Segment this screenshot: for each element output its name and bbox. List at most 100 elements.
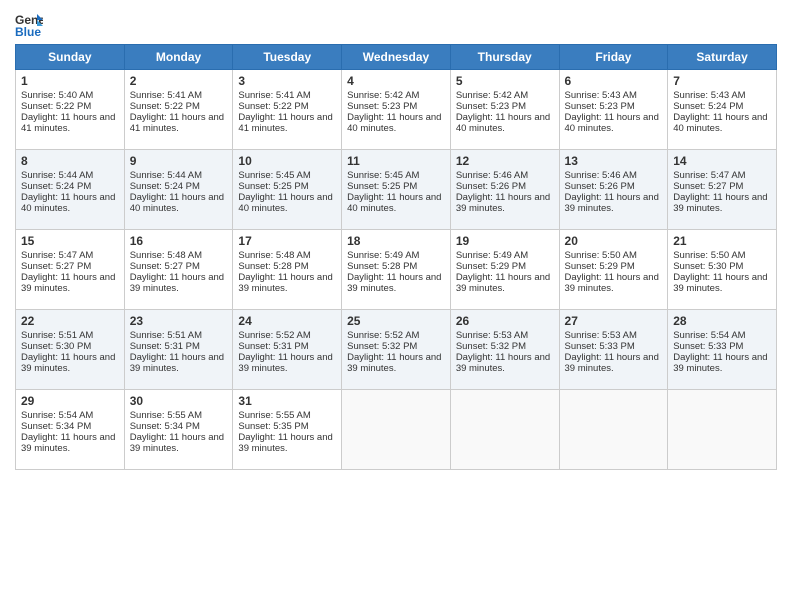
calendar-week-1: 1Sunrise: 5:40 AMSunset: 5:22 PMDaylight… (16, 70, 777, 150)
sunset-text: Sunset: 5:24 PM (130, 181, 228, 192)
day-number: 2 (130, 74, 228, 88)
daylight-text: Daylight: 11 hours and 40 minutes. (347, 192, 445, 214)
calendar-cell: 31Sunrise: 5:55 AMSunset: 5:35 PMDayligh… (233, 390, 342, 470)
sunset-text: Sunset: 5:30 PM (673, 261, 771, 272)
weekday-header-thursday: Thursday (450, 45, 559, 70)
sunset-text: Sunset: 5:26 PM (456, 181, 554, 192)
day-number: 22 (21, 314, 119, 328)
day-number: 30 (130, 394, 228, 408)
day-number: 9 (130, 154, 228, 168)
day-number: 16 (130, 234, 228, 248)
sunrise-text: Sunrise: 5:42 AM (347, 90, 445, 101)
daylight-text: Daylight: 11 hours and 39 minutes. (456, 272, 554, 294)
day-number: 3 (238, 74, 336, 88)
calendar-cell: 24Sunrise: 5:52 AMSunset: 5:31 PMDayligh… (233, 310, 342, 390)
sunrise-text: Sunrise: 5:41 AM (130, 90, 228, 101)
sunrise-text: Sunrise: 5:41 AM (238, 90, 336, 101)
logo: General Blue (15, 10, 43, 38)
day-number: 15 (21, 234, 119, 248)
day-number: 27 (565, 314, 663, 328)
calendar-cell: 7Sunrise: 5:43 AMSunset: 5:24 PMDaylight… (668, 70, 777, 150)
sunrise-text: Sunrise: 5:53 AM (456, 330, 554, 341)
calendar-cell: 5Sunrise: 5:42 AMSunset: 5:23 PMDaylight… (450, 70, 559, 150)
day-number: 1 (21, 74, 119, 88)
daylight-text: Daylight: 11 hours and 40 minutes. (238, 192, 336, 214)
sunset-text: Sunset: 5:27 PM (130, 261, 228, 272)
sunset-text: Sunset: 5:22 PM (21, 101, 119, 112)
logo-icon: General Blue (15, 10, 43, 38)
day-number: 8 (21, 154, 119, 168)
day-number: 25 (347, 314, 445, 328)
daylight-text: Daylight: 11 hours and 39 minutes. (21, 272, 119, 294)
daylight-text: Daylight: 11 hours and 39 minutes. (565, 192, 663, 214)
day-number: 28 (673, 314, 771, 328)
daylight-text: Daylight: 11 hours and 39 minutes. (238, 432, 336, 454)
sunrise-text: Sunrise: 5:50 AM (673, 250, 771, 261)
sunrise-text: Sunrise: 5:43 AM (565, 90, 663, 101)
daylight-text: Daylight: 11 hours and 39 minutes. (673, 192, 771, 214)
sunset-text: Sunset: 5:24 PM (673, 101, 771, 112)
sunset-text: Sunset: 5:24 PM (21, 181, 119, 192)
day-number: 19 (456, 234, 554, 248)
calendar-cell (450, 390, 559, 470)
day-number: 20 (565, 234, 663, 248)
sunrise-text: Sunrise: 5:54 AM (21, 410, 119, 421)
svg-text:Blue: Blue (15, 25, 41, 38)
day-number: 13 (565, 154, 663, 168)
daylight-text: Daylight: 11 hours and 40 minutes. (21, 192, 119, 214)
sunset-text: Sunset: 5:32 PM (347, 341, 445, 352)
sunrise-text: Sunrise: 5:45 AM (238, 170, 336, 181)
calendar-cell: 22Sunrise: 5:51 AMSunset: 5:30 PMDayligh… (16, 310, 125, 390)
calendar-cell (559, 390, 668, 470)
calendar-cell: 11Sunrise: 5:45 AMSunset: 5:25 PMDayligh… (342, 150, 451, 230)
daylight-text: Daylight: 11 hours and 39 minutes. (130, 272, 228, 294)
daylight-text: Daylight: 11 hours and 40 minutes. (565, 112, 663, 134)
daylight-text: Daylight: 11 hours and 39 minutes. (673, 272, 771, 294)
daylight-text: Daylight: 11 hours and 39 minutes. (21, 432, 119, 454)
calendar-cell: 1Sunrise: 5:40 AMSunset: 5:22 PMDaylight… (16, 70, 125, 150)
daylight-text: Daylight: 11 hours and 39 minutes. (130, 352, 228, 374)
calendar-cell: 15Sunrise: 5:47 AMSunset: 5:27 PMDayligh… (16, 230, 125, 310)
daylight-text: Daylight: 11 hours and 39 minutes. (238, 352, 336, 374)
day-number: 18 (347, 234, 445, 248)
sunset-text: Sunset: 5:23 PM (456, 101, 554, 112)
sunset-text: Sunset: 5:28 PM (238, 261, 336, 272)
calendar-cell: 12Sunrise: 5:46 AMSunset: 5:26 PMDayligh… (450, 150, 559, 230)
calendar-cell: 20Sunrise: 5:50 AMSunset: 5:29 PMDayligh… (559, 230, 668, 310)
weekday-header-friday: Friday (559, 45, 668, 70)
header: General Blue (15, 10, 777, 38)
sunrise-text: Sunrise: 5:54 AM (673, 330, 771, 341)
sunrise-text: Sunrise: 5:55 AM (130, 410, 228, 421)
day-number: 4 (347, 74, 445, 88)
weekday-header-saturday: Saturday (668, 45, 777, 70)
sunset-text: Sunset: 5:29 PM (456, 261, 554, 272)
sunrise-text: Sunrise: 5:52 AM (238, 330, 336, 341)
calendar-cell: 8Sunrise: 5:44 AMSunset: 5:24 PMDaylight… (16, 150, 125, 230)
daylight-text: Daylight: 11 hours and 39 minutes. (347, 352, 445, 374)
day-number: 31 (238, 394, 336, 408)
calendar-cell: 28Sunrise: 5:54 AMSunset: 5:33 PMDayligh… (668, 310, 777, 390)
calendar-cell: 21Sunrise: 5:50 AMSunset: 5:30 PMDayligh… (668, 230, 777, 310)
weekday-header-row: SundayMondayTuesdayWednesdayThursdayFrid… (16, 45, 777, 70)
daylight-text: Daylight: 11 hours and 40 minutes. (456, 112, 554, 134)
sunrise-text: Sunrise: 5:49 AM (456, 250, 554, 261)
daylight-text: Daylight: 11 hours and 39 minutes. (673, 352, 771, 374)
sunset-text: Sunset: 5:34 PM (130, 421, 228, 432)
calendar-body: 1Sunrise: 5:40 AMSunset: 5:22 PMDaylight… (16, 70, 777, 470)
daylight-text: Daylight: 11 hours and 39 minutes. (238, 272, 336, 294)
daylight-text: Daylight: 11 hours and 40 minutes. (673, 112, 771, 134)
day-number: 11 (347, 154, 445, 168)
sunrise-text: Sunrise: 5:43 AM (673, 90, 771, 101)
daylight-text: Daylight: 11 hours and 39 minutes. (565, 352, 663, 374)
sunrise-text: Sunrise: 5:44 AM (130, 170, 228, 181)
sunset-text: Sunset: 5:33 PM (565, 341, 663, 352)
sunset-text: Sunset: 5:35 PM (238, 421, 336, 432)
calendar-cell: 14Sunrise: 5:47 AMSunset: 5:27 PMDayligh… (668, 150, 777, 230)
sunrise-text: Sunrise: 5:42 AM (456, 90, 554, 101)
day-number: 29 (21, 394, 119, 408)
sunrise-text: Sunrise: 5:51 AM (21, 330, 119, 341)
sunrise-text: Sunrise: 5:45 AM (347, 170, 445, 181)
day-number: 26 (456, 314, 554, 328)
day-number: 12 (456, 154, 554, 168)
daylight-text: Daylight: 11 hours and 40 minutes. (130, 192, 228, 214)
